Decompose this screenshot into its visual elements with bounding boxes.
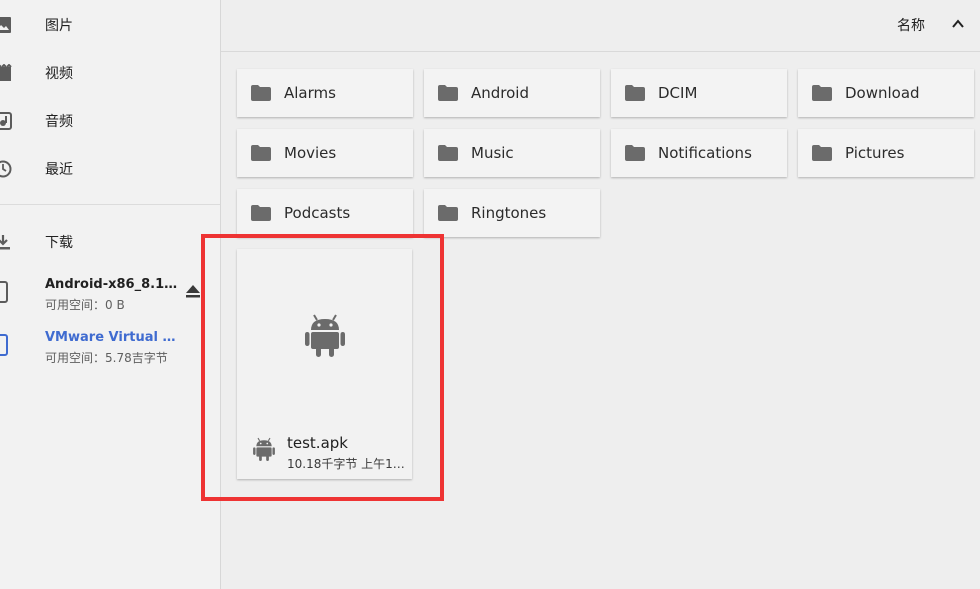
video-icon — [0, 64, 12, 82]
folder-download[interactable]: Download — [798, 69, 974, 117]
folder-movies[interactable]: Movies — [237, 129, 413, 177]
sidebar-item-label: 图片 — [45, 18, 73, 34]
folder-name: DCIM — [658, 84, 698, 102]
download-icon — [0, 233, 12, 251]
audio-icon — [0, 112, 12, 130]
folder-ringtones[interactable]: Ringtones — [424, 189, 600, 237]
image-icon — [0, 16, 12, 34]
sidebar: 图片 视频 音频 最近 下载 Android-x86_8.1-r6… 可用空间：… — [0, 0, 221, 589]
folder-dcim[interactable]: DCIM — [611, 69, 787, 117]
device-icon — [0, 334, 8, 356]
file-card-test-apk[interactable]: test.apk 10.18千字节 上午1… — [237, 249, 412, 479]
folder-icon — [438, 145, 458, 161]
sidebar-volume-vmware[interactable]: VMware Virtual Pla… 可用空间：5.78吉字节 — [0, 330, 220, 374]
folder-icon — [251, 85, 271, 101]
folder-icon — [438, 205, 458, 221]
sidebar-item-videos[interactable]: 视频 — [0, 53, 220, 93]
device-icon — [0, 281, 8, 303]
folder-podcasts[interactable]: Podcasts — [237, 189, 413, 237]
sidebar-divider — [0, 204, 220, 205]
sidebar-item-label: 视频 — [45, 66, 73, 82]
folder-name: Notifications — [658, 144, 752, 162]
file-name: test.apk — [287, 434, 348, 452]
file-meta: 10.18千字节 上午1… — [287, 457, 405, 471]
sort-label[interactable]: 名称 — [897, 15, 925, 35]
folder-icon — [438, 85, 458, 101]
folder-notifications[interactable]: Notifications — [611, 129, 787, 177]
android-icon — [253, 437, 275, 461]
sidebar-item-label: 音频 — [45, 114, 73, 130]
folder-name: Movies — [284, 144, 337, 162]
folder-name: Pictures — [845, 144, 905, 162]
folder-name: Download — [845, 84, 920, 102]
folder-music[interactable]: Music — [424, 129, 600, 177]
folder-name: Alarms — [284, 84, 336, 102]
folder-android[interactable]: Android — [424, 69, 600, 117]
sidebar-item-label: 最近 — [45, 162, 73, 178]
clock-icon — [0, 160, 12, 178]
sidebar-item-images[interactable]: 图片 — [0, 5, 220, 45]
volume-title: Android-x86_8.1-r6… — [45, 277, 180, 292]
volume-free-space: 可用空间：5.78吉字节 — [45, 351, 168, 365]
chevron-up-icon[interactable] — [948, 14, 968, 34]
main-content: 名称 Alarms Android DCIM Download Movies M… — [221, 0, 980, 589]
folder-alarms[interactable]: Alarms — [237, 69, 413, 117]
folder-name: Music — [471, 144, 514, 162]
folder-pictures[interactable]: Pictures — [798, 129, 974, 177]
folder-icon — [251, 205, 271, 221]
sidebar-item-audio[interactable]: 音频 — [0, 101, 220, 141]
eject-icon[interactable] — [184, 281, 202, 299]
folder-icon — [625, 85, 645, 101]
sidebar-volume-android[interactable]: Android-x86_8.1-r6… 可用空间：0 B — [0, 277, 220, 321]
folder-name: Podcasts — [284, 204, 351, 222]
android-icon — [305, 314, 345, 357]
folder-icon — [251, 145, 271, 161]
sidebar-item-downloads[interactable]: 下载 — [0, 222, 220, 262]
volume-free-space: 可用空间：0 B — [45, 298, 125, 312]
folder-icon — [812, 145, 832, 161]
sidebar-item-recent[interactable]: 最近 — [0, 149, 220, 189]
folder-icon — [625, 145, 645, 161]
sidebar-item-label: 下载 — [45, 235, 73, 251]
toolbar: 名称 — [221, 0, 980, 52]
folder-icon — [812, 85, 832, 101]
volume-title: VMware Virtual Pla… — [45, 330, 180, 345]
folder-name: Ringtones — [471, 204, 547, 222]
folder-name: Android — [471, 84, 529, 102]
